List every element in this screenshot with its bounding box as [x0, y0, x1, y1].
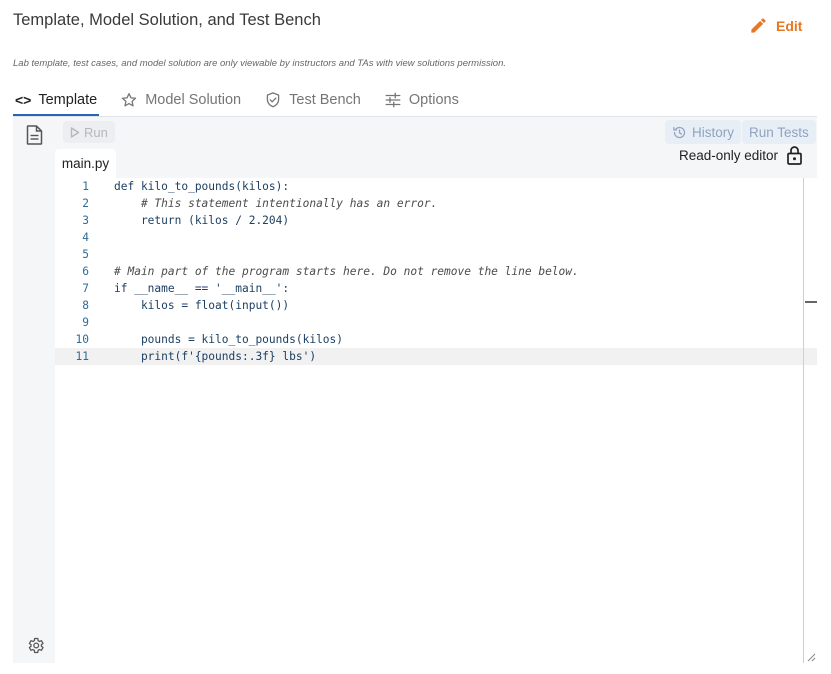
gear-icon[interactable] [26, 636, 45, 655]
page-title: Template, Model Solution, and Test Bench [13, 11, 321, 29]
file-icon[interactable] [26, 125, 43, 145]
history-icon [673, 126, 686, 138]
file-tab-main[interactable]: main.py [55, 149, 116, 178]
tab-options[interactable]: Options [382, 86, 461, 114]
line-number: 8 [82, 299, 89, 312]
line-number: 2 [82, 197, 89, 210]
code-icon: <> [15, 92, 32, 108]
tab-label: Test Bench [289, 92, 361, 108]
code-line[interactable]: 5 [55, 246, 817, 263]
tab-label: Options [408, 92, 459, 108]
tab-label: Template [38, 92, 98, 108]
resize-handle-icon[interactable] [806, 652, 816, 662]
run-button[interactable]: Run [63, 121, 115, 143]
file-tab-label: main.py [61, 156, 110, 171]
line-text: if __name__ == '__main__': [114, 282, 290, 295]
lock-icon [787, 146, 802, 165]
overview-ruler-marker [805, 301, 817, 303]
shield-check-icon [266, 92, 280, 108]
tab-test-bench[interactable]: Test Bench [262, 86, 363, 114]
history-button[interactable]: History [665, 120, 742, 144]
line-text: pounds = kilo_to_pounds(kilos) [114, 333, 344, 346]
pencil-icon [751, 18, 766, 33]
code-line[interactable]: 9 [55, 314, 817, 331]
code-line[interactable]: 1 def kilo_to_pounds(kilos): [55, 178, 817, 195]
line-number: 10 [75, 333, 89, 346]
left-rail [13, 117, 55, 663]
run-label: Run [84, 124, 108, 140]
code-line[interactable]: 6 # Main part of the program starts here.… [55, 263, 817, 280]
permission-notice: Lab template, test cases, and model solu… [13, 58, 507, 69]
code-line[interactable]: 11 print(f'{pounds:.3f} lbs') [55, 348, 817, 365]
run-tests-button[interactable]: Run Tests [742, 120, 816, 144]
line-number: 1 [82, 180, 89, 193]
scrollbar-track[interactable] [803, 178, 804, 663]
tab-model-solution[interactable]: Model Solution [118, 86, 243, 114]
code-line[interactable]: 2 # This statement intentionally has an … [55, 195, 817, 212]
tab-template[interactable]: <> Template [13, 86, 100, 116]
line-number: 9 [82, 316, 89, 329]
play-icon [70, 126, 80, 138]
line-number: 6 [82, 265, 89, 278]
workspace: Run History Run Tests main.py Read-only … [13, 116, 817, 663]
code-line[interactable]: 4 [55, 229, 817, 246]
readonly-indicator: Read-only editor [679, 145, 802, 165]
tab-bar: <> Template Model Solution Test Bench Op… [13, 86, 480, 116]
star-icon [122, 92, 137, 107]
line-number: 4 [82, 231, 89, 244]
readonly-label: Read-only editor [679, 147, 779, 163]
code-line[interactable]: 7 if __name__ == '__main__': [55, 280, 817, 297]
edit-label: Edit [776, 17, 803, 34]
code-editor[interactable]: 1 def kilo_to_pounds(kilos): 2 # This stat… [55, 178, 817, 663]
run-tests-label: Run Tests [749, 124, 809, 140]
line-text: # Main part of the program starts here. … [114, 265, 579, 278]
code-line[interactable]: 10 pounds = kilo_to_pounds(kilos) [55, 331, 817, 348]
code-line[interactable]: 3 return (kilos / 2.204) [55, 212, 817, 229]
code-lines: 1 def kilo_to_pounds(kilos): 2 # This stat… [55, 178, 817, 365]
line-text: kilos = float(input()) [114, 299, 290, 312]
line-text: # This statement intentionally has an er… [114, 197, 438, 210]
line-number: 7 [82, 282, 89, 295]
code-line[interactable]: 8 kilos = float(input()) [55, 297, 817, 314]
line-text: def kilo_to_pounds(kilos): [114, 180, 290, 193]
tab-label: Model Solution [145, 92, 242, 108]
edit-button[interactable]: Edit [749, 16, 802, 35]
line-number: 11 [75, 350, 89, 363]
line-text: print(f'{pounds:.3f} lbs') [114, 350, 317, 363]
line-number: 5 [82, 248, 89, 261]
line-number: 3 [82, 214, 89, 227]
line-text: return (kilos / 2.204) [114, 214, 290, 227]
sliders-icon [385, 92, 401, 108]
history-label: History [692, 124, 735, 140]
